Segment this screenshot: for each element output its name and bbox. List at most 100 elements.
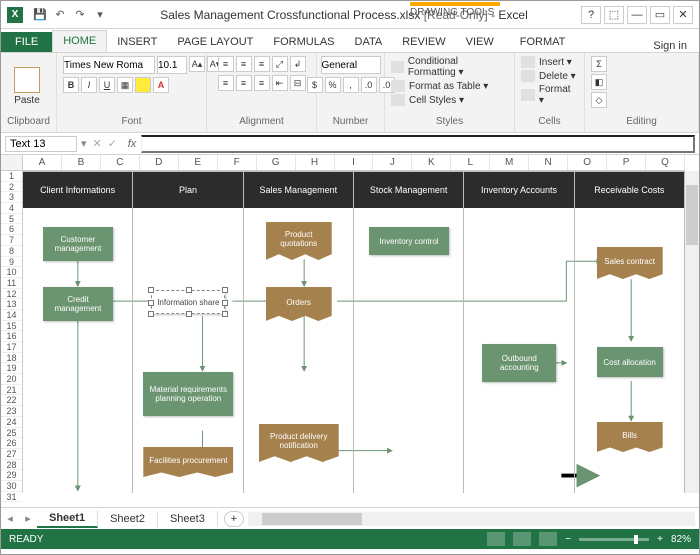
sheet-nav-prev-icon[interactable]: ◂ xyxy=(1,512,19,525)
swimlanes: Client Informations Customer management … xyxy=(23,171,685,493)
ribbon-options-icon[interactable]: ⬚ xyxy=(604,6,624,24)
zoom-out-button[interactable]: − xyxy=(565,534,571,545)
fill-color-button[interactable] xyxy=(135,77,151,93)
row-headers[interactable]: 1234567891011121314151617181920212223242… xyxy=(1,171,23,493)
view-page-layout-button[interactable] xyxy=(513,532,531,546)
tab-data[interactable]: DATA xyxy=(345,32,393,52)
qat-more-icon[interactable]: ▾ xyxy=(93,8,107,22)
enter-formula-icon[interactable]: ✓ xyxy=(108,137,117,150)
fill-button[interactable]: ◧ xyxy=(591,74,607,90)
grow-font-button[interactable]: A▴ xyxy=(189,56,205,72)
status-bar: READY − + 82% xyxy=(1,529,699,549)
node-inventory[interactable]: Inventory control xyxy=(369,227,449,255)
percent-button[interactable]: % xyxy=(325,77,341,93)
comma-button[interactable]: , xyxy=(343,77,359,93)
sheet-tab-2[interactable]: Sheet2 xyxy=(98,511,158,527)
help-icon[interactable]: ? xyxy=(581,6,601,24)
node-product-quot[interactable]: Product quotations xyxy=(266,222,332,260)
paste-button[interactable]: Paste xyxy=(7,67,47,106)
status-ready: READY xyxy=(9,534,43,545)
insert-cells-button[interactable]: Insert ▾ xyxy=(521,56,572,68)
bold-button[interactable]: B xyxy=(63,77,79,93)
sheet-tab-bar: ◂ ▸ Sheet1 Sheet2 Sheet3 + xyxy=(1,507,699,529)
tab-view[interactable]: VIEW xyxy=(456,32,504,52)
select-all-corner[interactable] xyxy=(1,155,23,171)
zoom-level[interactable]: 82% xyxy=(671,534,691,545)
close-icon[interactable]: ✕ xyxy=(673,6,693,24)
align-right-button[interactable]: ≡ xyxy=(254,75,270,91)
number-format-select[interactable] xyxy=(321,56,381,74)
zoom-slider[interactable] xyxy=(579,538,649,541)
save-icon[interactable]: 💾 xyxy=(33,8,47,22)
column-headers[interactable]: ABCDEFGHIJKLMNOPQ xyxy=(23,155,685,171)
view-normal-button[interactable] xyxy=(487,532,505,546)
format-as-table-button[interactable]: Format as Table ▾ xyxy=(391,80,488,92)
sign-in-link[interactable]: Sign in xyxy=(653,40,687,52)
conditional-formatting-button[interactable]: Conditional Formatting ▾ xyxy=(391,56,508,78)
indent-dec-button[interactable]: ⇤ xyxy=(272,75,288,91)
cell-styles-button[interactable]: Cell Styles ▾ xyxy=(391,94,464,106)
autosum-button[interactable]: Σ xyxy=(591,56,607,72)
node-outbound[interactable]: Outbound accounting xyxy=(482,344,556,382)
node-customer-mgmt[interactable]: Customer management xyxy=(43,227,113,261)
format-cells-button[interactable]: Format ▾ xyxy=(521,84,578,106)
formula-input[interactable] xyxy=(141,135,695,153)
italic-button[interactable]: I xyxy=(81,77,97,93)
node-bills[interactable]: Bills xyxy=(597,422,663,452)
align-top-button[interactable]: ≡ xyxy=(218,56,234,72)
wrap-text-button[interactable]: ↲ xyxy=(290,56,306,72)
sheet-canvas[interactable]: Client Informations Customer management … xyxy=(23,171,685,493)
undo-icon[interactable]: ↶ xyxy=(53,8,67,22)
cancel-formula-icon[interactable]: ✕ xyxy=(93,137,102,150)
tab-page-layout[interactable]: PAGE LAYOUT xyxy=(167,32,263,52)
fx-icon[interactable]: fx xyxy=(123,138,141,150)
add-sheet-button[interactable]: + xyxy=(224,511,244,527)
sheet-nav-next-icon[interactable]: ▸ xyxy=(19,512,37,525)
name-box[interactable] xyxy=(5,136,77,152)
zoom-in-button[interactable]: + xyxy=(657,534,663,545)
merge-button[interactable]: ⊟ xyxy=(290,75,306,91)
align-bottom-button[interactable]: ≡ xyxy=(254,56,270,72)
tab-file[interactable]: FILE xyxy=(1,32,52,52)
currency-button[interactable]: $ xyxy=(307,77,323,93)
vertical-scrollbar[interactable] xyxy=(685,171,699,493)
node-material-req[interactable]: Material requirements planning operation xyxy=(143,372,233,416)
tab-format[interactable]: FORMAT xyxy=(510,32,576,52)
node-sales-contract[interactable]: Sales contract xyxy=(597,247,663,279)
delete-cells-button[interactable]: Delete ▾ xyxy=(521,70,576,82)
font-name-select[interactable] xyxy=(63,56,155,74)
font-color-button[interactable]: A xyxy=(153,77,169,93)
redo-icon[interactable]: ↷ xyxy=(73,8,87,22)
minimize-icon[interactable]: — xyxy=(627,6,647,24)
node-info-share-selected[interactable]: Information share xyxy=(151,290,225,314)
node-credit-mgmt[interactable]: Credit management xyxy=(43,287,113,321)
tab-insert[interactable]: INSERT xyxy=(107,32,167,52)
inc-decimal-button[interactable]: .0 xyxy=(361,77,377,93)
horizontal-scrollbar[interactable] xyxy=(248,512,695,526)
view-page-break-button[interactable] xyxy=(539,532,557,546)
underline-button[interactable]: U xyxy=(99,77,115,93)
node-prod-deliv[interactable]: Product delivery notification xyxy=(259,424,339,462)
namebox-dropdown-icon[interactable]: ▾ xyxy=(81,137,87,150)
tab-home[interactable]: HOME xyxy=(52,30,107,52)
node-orders[interactable]: Orders xyxy=(266,287,332,321)
lane-stock-mgmt: Stock Management Inventory control xyxy=(354,172,464,493)
sheet-tab-1[interactable]: Sheet1 xyxy=(37,510,98,528)
align-middle-button[interactable]: ≡ xyxy=(236,56,252,72)
border-button[interactable]: ▦ xyxy=(117,77,133,93)
orientation-button[interactable]: ⤢ xyxy=(272,56,288,72)
tab-formulas[interactable]: FORMULAS xyxy=(263,32,344,52)
tab-review[interactable]: REVIEW xyxy=(392,32,455,52)
align-left-button[interactable]: ≡ xyxy=(218,75,234,91)
clear-button[interactable]: ◇ xyxy=(591,92,607,108)
lane-header: Inventory Accounts xyxy=(464,172,573,208)
group-alignment: ≡ ≡ ≡ ⤢ ↲ ≡ ≡ ≡ ⇤ ⊟ Alignment xyxy=(207,53,317,132)
align-center-button[interactable]: ≡ xyxy=(236,75,252,91)
font-size-select[interactable] xyxy=(157,56,187,74)
sheet-tab-3[interactable]: Sheet3 xyxy=(158,511,218,527)
node-facilities[interactable]: Facilities procurement xyxy=(143,447,233,477)
node-cost-alloc[interactable]: Cost allocation xyxy=(597,347,663,377)
lane-inventory-accounts: Inventory Accounts Outbound accounting xyxy=(464,172,574,493)
group-label-alignment: Alignment xyxy=(213,116,310,130)
maximize-icon[interactable]: ▭ xyxy=(650,6,670,24)
